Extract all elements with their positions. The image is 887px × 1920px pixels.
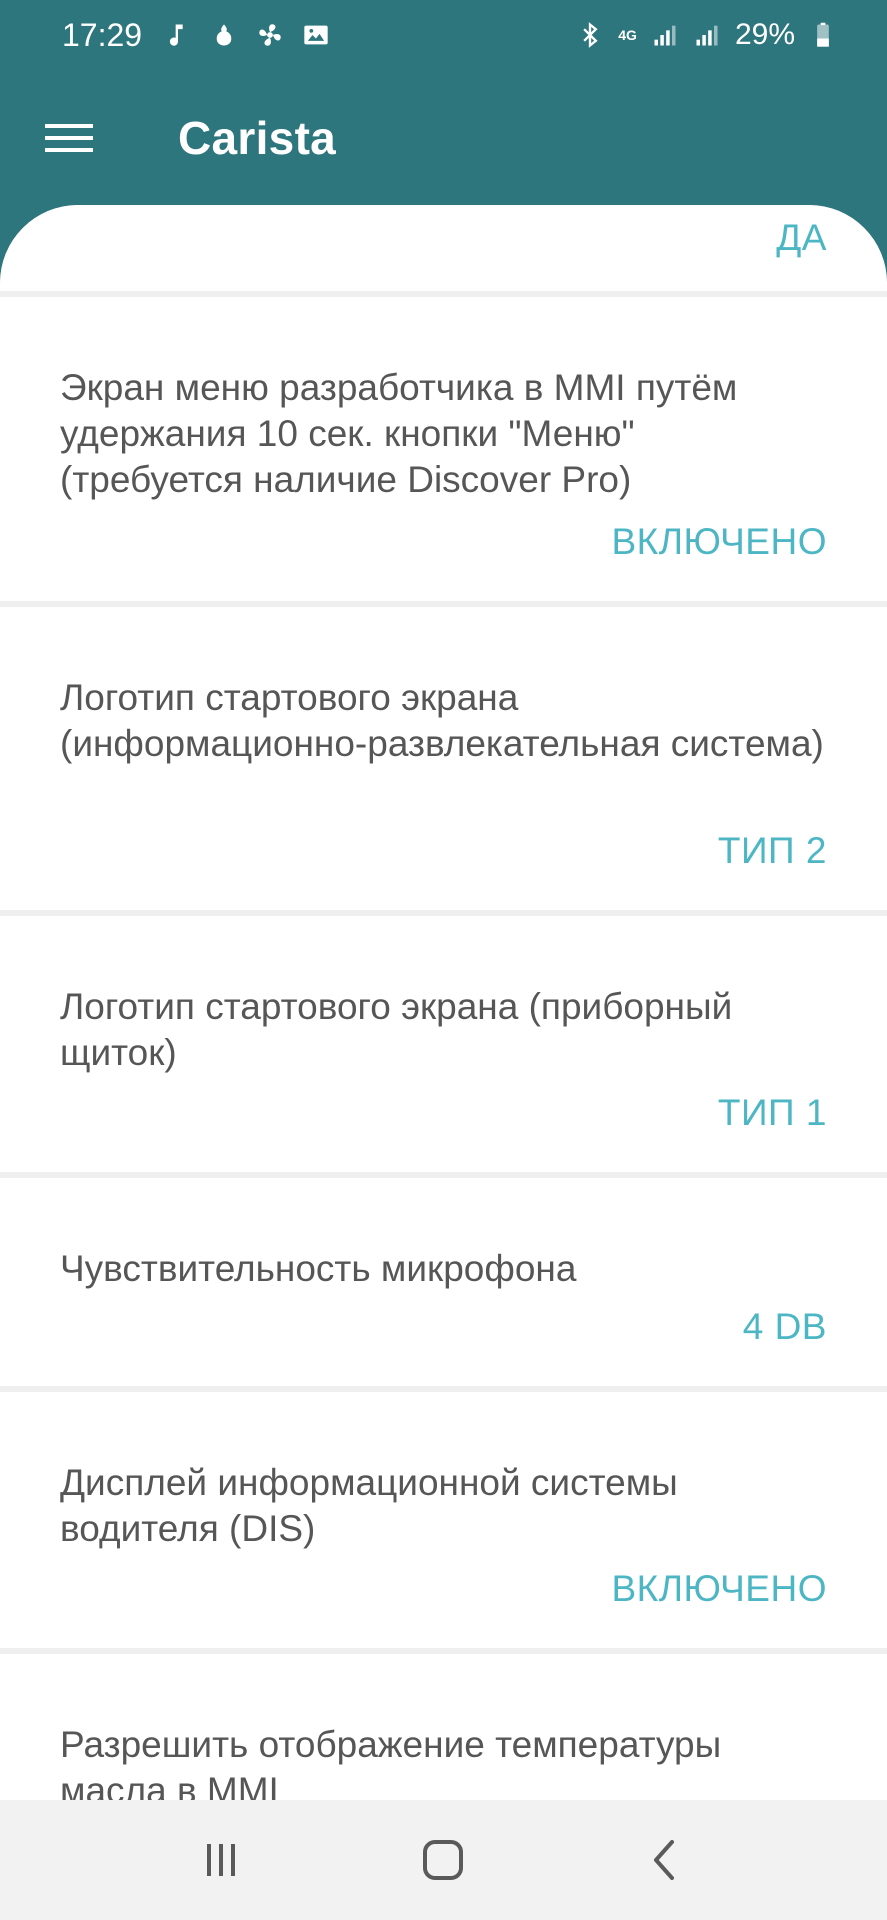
app-title: Carista xyxy=(178,111,337,164)
recent-apps-icon xyxy=(207,1844,236,1876)
hamburger-menu-icon xyxy=(45,123,93,152)
signal-strength-icon-2 xyxy=(693,20,721,50)
back-button[interactable] xyxy=(626,1820,706,1900)
status-time: 17:29 xyxy=(62,16,143,53)
setting-item-startup-logo-cluster[interactable]: Логотип стартового экрана (приборный щит… xyxy=(0,916,887,1172)
setting-value: ТИП 1 xyxy=(717,1092,827,1133)
app-notification-icon xyxy=(210,20,238,50)
system-navigation-bar xyxy=(0,1800,887,1920)
recent-apps-button[interactable] xyxy=(181,1820,261,1900)
network-type-icon: 4G xyxy=(618,27,637,43)
bluetooth-icon xyxy=(576,20,604,50)
home-icon xyxy=(423,1840,464,1880)
status-right: 4G 29% xyxy=(576,18,837,52)
setting-item-oil-temperature[interactable]: Разрешить отображение температуры масла … xyxy=(0,1654,887,1800)
setting-value: ВКЛЮЧЕНО xyxy=(611,1568,827,1609)
setting-value: ВКЛЮЧЕНО xyxy=(611,521,827,562)
setting-item-developer-menu[interactable]: Экран меню разработчика в MMI путём удер… xyxy=(0,297,887,601)
battery-percent: 29% xyxy=(734,18,795,51)
fan-icon xyxy=(256,20,284,50)
battery-icon xyxy=(809,20,837,50)
app-screen: 17:29 4G 29% Carista ДА Экран меню разра… xyxy=(0,0,887,1920)
setting-value: 4 DB xyxy=(742,1306,827,1347)
settings-list[interactable]: ДА Экран меню разработчика в MMI путём у… xyxy=(0,205,887,1800)
setting-item-startup-logo-infotainment[interactable]: Логотип стартового экрана (информационно… xyxy=(0,607,887,910)
signal-strength-icon xyxy=(651,20,679,50)
setting-item-dis-display[interactable]: Дисплей информационной системы водителя … xyxy=(0,1392,887,1648)
menu-button[interactable] xyxy=(34,103,104,173)
setting-label: Чувствительность микрофона xyxy=(60,1248,577,1289)
setting-label: Дисплей информационной системы водителя … xyxy=(60,1462,678,1549)
setting-item-partial[interactable]: ДА xyxy=(0,205,887,291)
music-note-icon xyxy=(164,20,192,50)
status-left: 17:29 xyxy=(62,17,330,54)
setting-item-microphone-sensitivity[interactable]: Чувствительность микрофона 4 DB xyxy=(0,1178,887,1386)
app-bar: Carista xyxy=(0,70,887,205)
setting-label: Логотип стартового экрана (приборный щит… xyxy=(60,986,733,1073)
status-bar: 17:29 4G 29% xyxy=(0,0,887,70)
setting-value: ТИП 2 xyxy=(717,830,827,871)
setting-label: Экран меню разработчика в MMI путём удер… xyxy=(60,367,738,500)
image-icon xyxy=(302,20,330,50)
home-button[interactable] xyxy=(403,1820,483,1900)
setting-value: ДА xyxy=(776,217,827,258)
back-icon xyxy=(653,1840,674,1880)
setting-label: Логотип стартового экрана (информационно… xyxy=(60,677,824,764)
setting-label: Разрешить отображение температуры масла … xyxy=(60,1724,722,1800)
